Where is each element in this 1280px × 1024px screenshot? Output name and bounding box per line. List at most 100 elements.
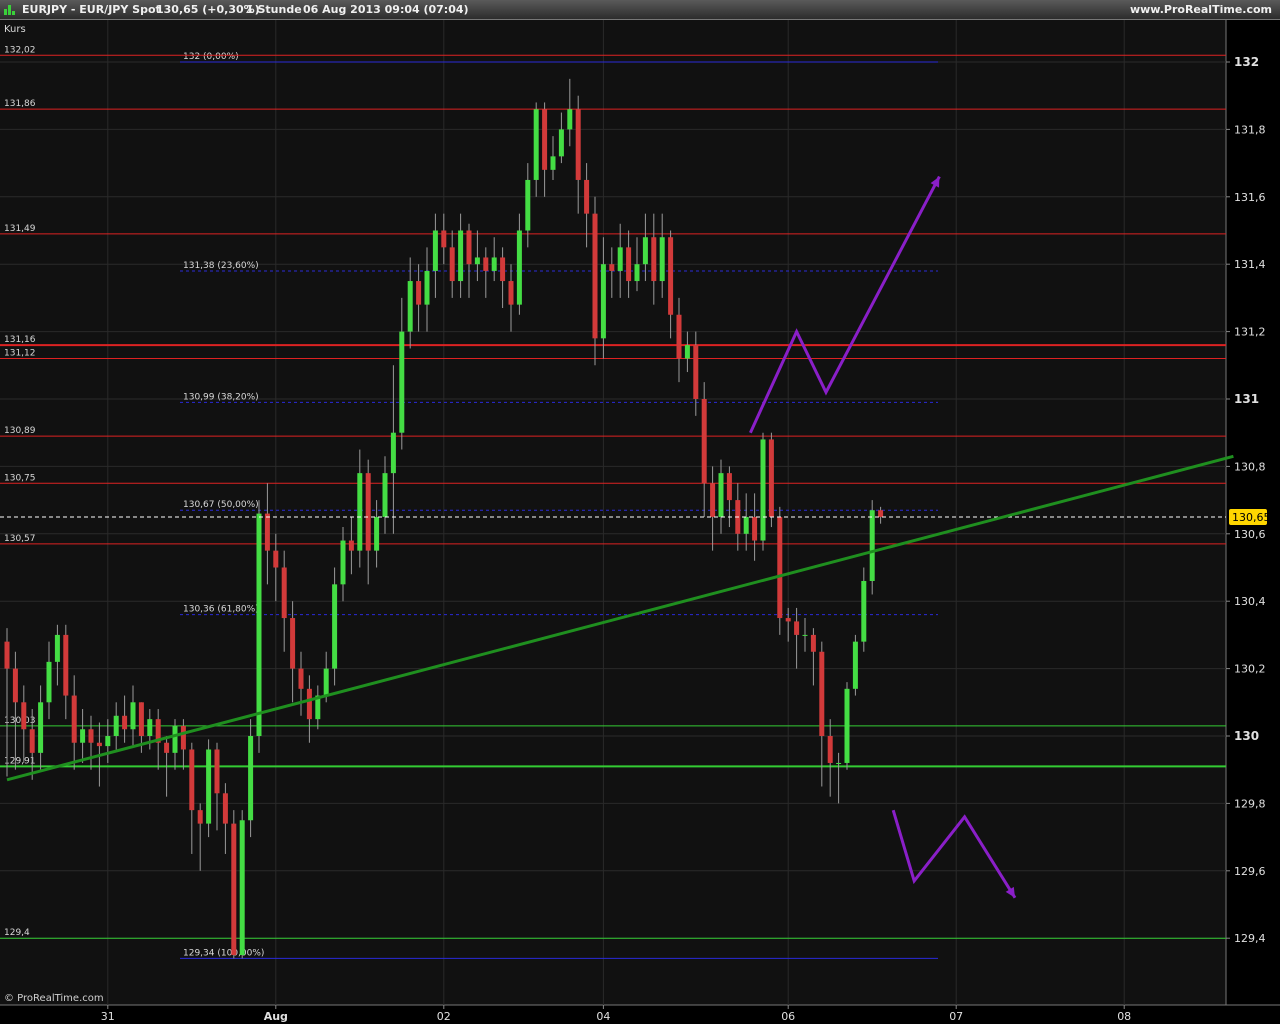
candle-down: [281, 567, 287, 619]
candle-down: [348, 540, 354, 551]
candle-down: [626, 247, 632, 282]
candle-down: [810, 634, 816, 652]
candle-up: [172, 725, 178, 753]
candle-up: [844, 688, 850, 763]
fibonacci-label: 130,36 (61,80%): [183, 605, 259, 615]
candle-down: [710, 483, 716, 517]
candle-up: [206, 749, 212, 824]
candle-up: [525, 179, 531, 231]
fibonacci-label: 130,67 (50,00%): [183, 500, 259, 510]
candle-down: [785, 618, 791, 622]
candle-down: [500, 257, 506, 282]
candle-down: [584, 179, 590, 214]
candle-down: [29, 729, 35, 753]
candle-up: [659, 237, 665, 282]
candle-down: [726, 473, 732, 501]
plot-area: [0, 20, 1226, 1005]
symbol-label: EURJPY - EUR/JPY Spot: [22, 3, 161, 16]
y-tick-label: 130: [1234, 729, 1259, 743]
candle-up: [147, 719, 153, 736]
y-tick-label: 129,8: [1234, 797, 1266, 810]
level-label: 131,16: [4, 335, 36, 345]
candle-up: [374, 516, 380, 551]
level-label: 129,4: [4, 928, 30, 938]
candle-up: [558, 129, 564, 157]
candle-up: [718, 473, 724, 517]
candle-up: [38, 702, 44, 753]
price-tag-label: 130,65: [1232, 511, 1271, 524]
candle-up: [634, 264, 640, 282]
candle-down: [290, 618, 296, 669]
candle-up: [567, 109, 573, 130]
candle-up: [399, 331, 405, 433]
candle-down: [752, 516, 758, 541]
candle-up: [424, 270, 430, 305]
x-tick-label: Aug: [264, 1010, 288, 1023]
candle-down: [189, 749, 195, 811]
candle-down: [575, 109, 581, 180]
candle-up: [357, 473, 363, 551]
x-tick-label: 04: [596, 1010, 610, 1023]
candle-up: [458, 230, 464, 282]
level-label: 131,86: [4, 99, 36, 109]
candle-down: [794, 621, 800, 635]
candle-down: [197, 810, 203, 824]
timeframe-label[interactable]: 1 Stunde: [246, 3, 302, 16]
candle-up: [332, 584, 338, 669]
bar-chart-icon: [4, 5, 16, 15]
y-tick-label: 131,4: [1234, 258, 1266, 271]
level-label: 130,03: [4, 716, 36, 726]
candle-up: [340, 540, 346, 585]
candle-down: [21, 702, 27, 730]
x-axis-area: [0, 1005, 1280, 1024]
title-bar: EURJPY - EUR/JPY Spot 130,65 (+0,30%) 1 …: [0, 0, 1280, 20]
x-tick-label: 31: [101, 1010, 115, 1023]
candle-up: [54, 634, 60, 662]
level-label: 130,57: [4, 534, 36, 544]
level-label: 130,75: [4, 473, 36, 483]
candle-up: [80, 729, 86, 743]
candle-down: [164, 742, 170, 753]
candle-up: [684, 345, 690, 359]
price-chart[interactable]: Kurs 132 131,8 131,6 131,4 131,2 131 130,8 130,6…: [0, 20, 1280, 1024]
level-label: 131,12: [4, 349, 36, 359]
candle-down: [609, 264, 615, 271]
candle-down: [483, 257, 489, 271]
candle-down: [273, 550, 279, 568]
candle-up: [474, 257, 480, 265]
candle-up: [802, 634, 808, 636]
candle-down: [441, 230, 447, 248]
candle-down: [298, 668, 304, 689]
candle-up: [256, 513, 262, 736]
copyright-logo[interactable]: © ProRealTime.com: [4, 993, 104, 1004]
candle-down: [306, 688, 312, 720]
y-tick-label: 130,8: [1234, 460, 1266, 473]
candle-down: [63, 634, 69, 696]
candle-up: [533, 109, 539, 180]
site-url[interactable]: www.ProRealTime.com: [1130, 3, 1272, 16]
candle-up: [836, 762, 842, 764]
candle-up: [323, 668, 329, 696]
candle-down: [88, 729, 94, 743]
candle-up: [491, 257, 497, 271]
candle-down: [466, 230, 472, 265]
candle-up: [390, 432, 396, 474]
y-tick-label: 130,6: [1234, 528, 1266, 541]
candle-up: [46, 661, 52, 703]
candle-up: [105, 736, 111, 747]
candle-up: [743, 516, 749, 534]
level-label: 129,91: [4, 756, 36, 766]
candle-up: [239, 820, 245, 956]
y-tick-label: 132: [1234, 55, 1259, 69]
candle-down: [651, 237, 657, 282]
candle-up: [550, 156, 556, 170]
y-tick-label: 129,4: [1234, 932, 1266, 945]
fibonacci-label: 132 (0,00%): [183, 52, 239, 62]
candle-down: [592, 213, 598, 339]
candle-up: [642, 237, 648, 265]
candle-down: [701, 399, 707, 484]
candle-down: [878, 510, 884, 517]
candle-down: [231, 823, 237, 956]
candle-down: [214, 749, 220, 794]
level-label: 132,02: [4, 45, 36, 55]
